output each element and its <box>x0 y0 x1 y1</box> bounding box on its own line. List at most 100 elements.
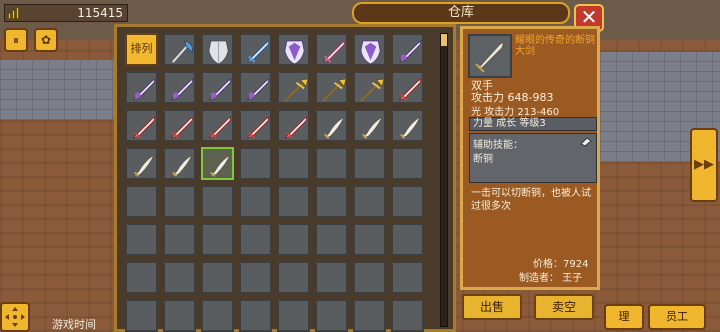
sell-button[interactable]: 出售 <box>462 294 522 320</box>
blade-white-icon <box>170 153 194 178</box>
inventory-slot-empty[interactable] <box>163 261 196 294</box>
sword-red-icon <box>246 115 270 139</box>
manage-button[interactable]: 理 <box>604 304 644 330</box>
inventory-slot[interactable] <box>201 109 234 142</box>
sword-purple-icon <box>132 77 156 101</box>
inventory-slot-empty[interactable] <box>239 147 272 180</box>
inventory-slot-empty[interactable] <box>125 185 158 218</box>
inventory-slot[interactable] <box>201 147 234 180</box>
item-maker: 制造者： 王子 <box>519 273 583 284</box>
inventory-slot[interactable] <box>391 33 424 66</box>
inventory-slot-empty[interactable] <box>239 223 272 256</box>
inventory-slot[interactable] <box>163 33 196 66</box>
inventory-slot-empty[interactable] <box>353 223 386 256</box>
move-icon[interactable] <box>0 302 30 332</box>
inventory-slot[interactable] <box>315 71 348 104</box>
inventory-slot-empty[interactable] <box>125 223 158 256</box>
inventory-slot[interactable] <box>201 71 234 104</box>
background-stone-left <box>0 60 120 120</box>
inventory-slot-empty[interactable] <box>125 261 158 294</box>
item-description: 一击可以切断铜，也被人试过很多次 <box>471 188 591 212</box>
inventory-slot-empty[interactable] <box>125 299 158 332</box>
inventory-slot-empty[interactable] <box>353 147 386 180</box>
inventory-slot[interactable] <box>315 33 348 66</box>
sword-blue-icon <box>246 39 270 63</box>
inventory-slot-empty[interactable] <box>391 261 424 294</box>
inventory-slot[interactable] <box>277 33 310 66</box>
inventory-slot-empty[interactable] <box>315 261 348 294</box>
gold-stack-icon <box>8 7 22 19</box>
inventory-slot-empty[interactable] <box>315 223 348 256</box>
item-skill-box: 辅助技能： 断铜 <box>469 133 597 183</box>
blade-white-icon <box>322 115 346 140</box>
inventory-slot[interactable] <box>163 71 196 104</box>
inventory-slot-empty[interactable] <box>239 299 272 332</box>
pause-button[interactable]: ⏸ <box>4 28 28 52</box>
inventory-slot[interactable] <box>163 109 196 142</box>
inventory-slot[interactable] <box>125 109 158 142</box>
inventory-slot-empty[interactable] <box>277 223 310 256</box>
axe-blue-icon <box>172 40 193 63</box>
inventory-slot-empty[interactable] <box>277 147 310 180</box>
inventory-slot[interactable] <box>353 33 386 66</box>
spear-gold-icon <box>360 78 385 102</box>
inventory-slot-empty[interactable] <box>201 185 234 218</box>
inventory-slot-empty[interactable] <box>277 185 310 218</box>
inventory-slot-empty[interactable] <box>391 223 424 256</box>
eraser-icon[interactable] <box>580 137 592 147</box>
inventory-slot-empty[interactable] <box>353 299 386 332</box>
item-price: 价格：7924 <box>533 259 589 270</box>
inventory-slot-empty[interactable] <box>315 147 348 180</box>
inventory-slot[interactable] <box>239 33 272 66</box>
game-time-label: 游戏时间 <box>52 318 96 331</box>
scrollbar-thumb[interactable] <box>441 34 447 46</box>
next-page-button[interactable]: ▶▶ <box>690 128 718 202</box>
blade-white-icon <box>398 115 422 140</box>
inventory-slot-empty[interactable] <box>277 299 310 332</box>
inventory-slot[interactable] <box>125 71 158 104</box>
inventory-slot[interactable] <box>353 71 386 104</box>
inventory-slot-empty[interactable] <box>391 185 424 218</box>
inventory-slot-empty[interactable] <box>201 223 234 256</box>
inventory-slot-empty[interactable] <box>239 261 272 294</box>
inventory-slot-empty[interactable] <box>315 299 348 332</box>
skill-value: 断铜 <box>473 154 493 165</box>
staff-button[interactable]: 员工 <box>648 304 706 330</box>
inventory-slot[interactable] <box>125 147 158 180</box>
sword-red-icon <box>284 115 308 139</box>
inventory-slot[interactable] <box>391 109 424 142</box>
inventory-slot-empty[interactable] <box>201 299 234 332</box>
inventory-slot[interactable] <box>353 109 386 142</box>
inventory-slot-empty[interactable] <box>239 185 272 218</box>
sword-red-icon <box>398 77 422 101</box>
inventory-slot[interactable] <box>201 33 234 66</box>
sword-purple-icon <box>170 77 194 101</box>
sword-purple-icon <box>246 77 270 101</box>
inventory-slot-empty[interactable] <box>277 261 310 294</box>
sword-purple-icon <box>398 39 422 63</box>
inventory-slot[interactable] <box>315 109 348 142</box>
inventory-slot-empty[interactable] <box>163 223 196 256</box>
inventory-slot-empty[interactable] <box>353 185 386 218</box>
gold-amount: 115415 <box>77 6 123 20</box>
inventory-slot[interactable] <box>239 109 272 142</box>
inventory-slot-empty[interactable] <box>163 299 196 332</box>
sell-all-button[interactable]: 卖空 <box>534 294 594 320</box>
skill-label: 辅助技能： <box>473 140 523 151</box>
sort-button[interactable]: 排列 <box>125 33 158 66</box>
settings-button[interactable]: ✿ <box>34 28 58 52</box>
inventory-slot[interactable] <box>163 147 196 180</box>
inventory-slot[interactable] <box>239 71 272 104</box>
inventory-slot-empty[interactable] <box>391 299 424 332</box>
inventory-slot[interactable] <box>391 71 424 104</box>
spear-gold-icon <box>322 78 347 102</box>
inventory-slot-empty[interactable] <box>163 185 196 218</box>
inventory-slot-empty[interactable] <box>201 261 234 294</box>
inventory-slot[interactable] <box>277 71 310 104</box>
inventory-slot-empty[interactable] <box>353 261 386 294</box>
shield-purple-icon <box>284 40 305 65</box>
inventory-slot-empty[interactable] <box>391 147 424 180</box>
scrollbar[interactable] <box>440 33 448 327</box>
inventory-slot[interactable] <box>277 109 310 142</box>
inventory-slot-empty[interactable] <box>315 185 348 218</box>
